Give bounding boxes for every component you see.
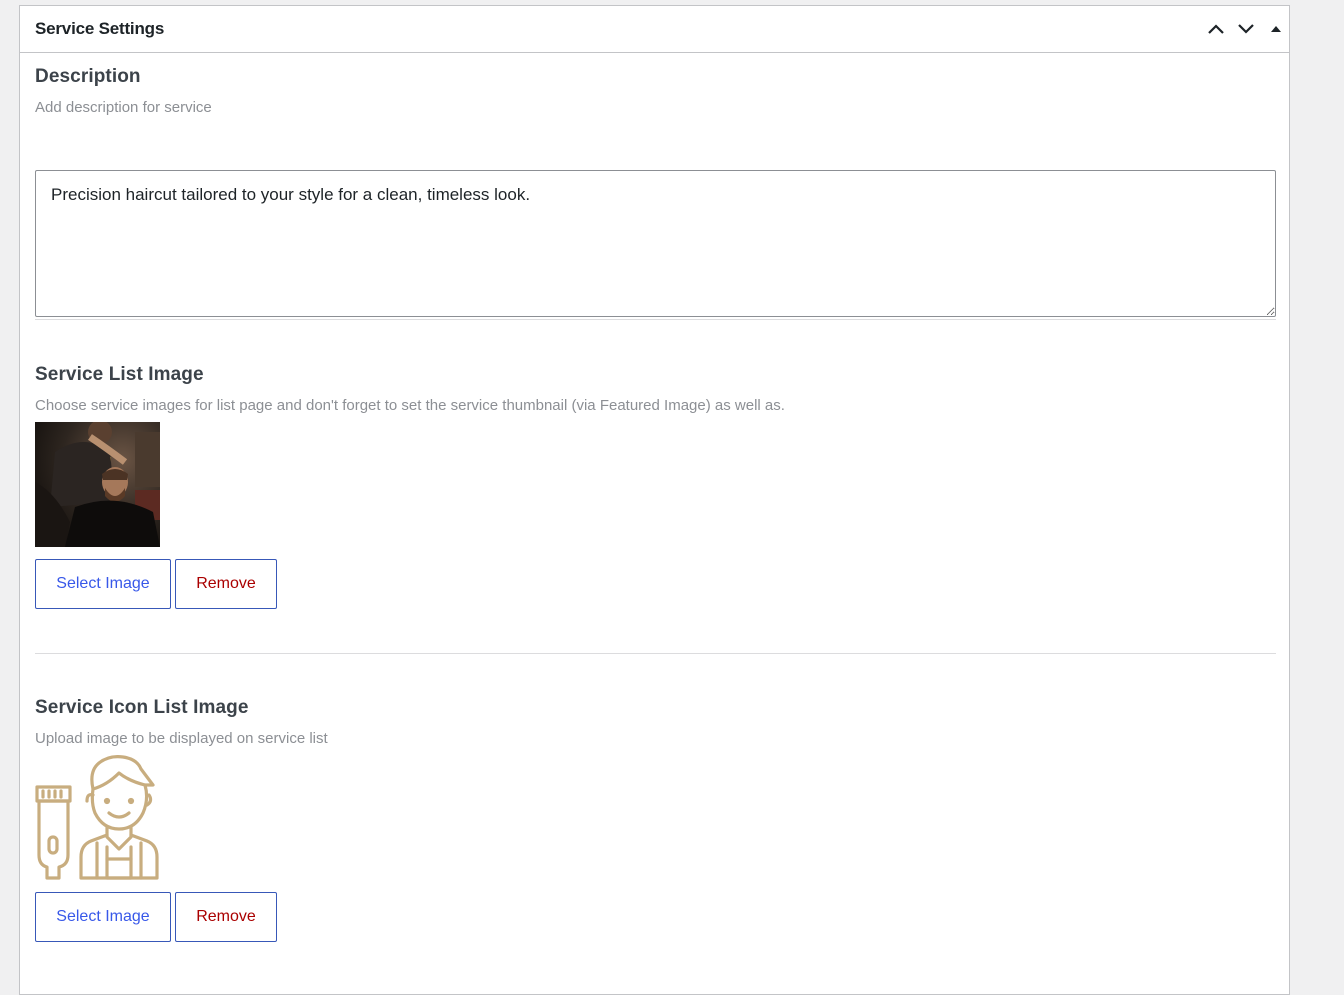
service-icon-image-preview [35,755,160,880]
divider [35,653,1276,654]
move-down-button[interactable] [1233,17,1259,41]
service-list-image-help: Choose service images for list page and … [35,397,785,414]
service-icon-select-image-button[interactable]: Select Image [35,892,171,942]
service-settings-metabox: Service Settings Description Add descrip… [19,5,1290,995]
service-icon-remove-button[interactable]: Remove [175,892,277,942]
move-up-button[interactable] [1203,17,1229,41]
metabox-title: Service Settings [35,19,165,38]
barber-icon [35,755,159,880]
description-help: Add description for service [35,99,212,116]
toggle-panel-button[interactable] [1263,17,1289,41]
service-list-select-image-button[interactable]: Select Image [35,559,171,609]
divider [35,319,1276,320]
service-list-image-preview [35,422,160,547]
description-textarea[interactable]: Precision haircut tailored to your style… [35,170,1276,317]
barber-photo-image [35,422,160,547]
description-title: Description [35,66,141,87]
service-icon-image-help: Upload image to be displayed on service … [35,730,328,747]
service-list-image-title: Service List Image [35,364,204,385]
chevron-down-icon [1238,24,1254,34]
chevron-up-icon [1208,24,1224,34]
service-list-remove-button[interactable]: Remove [175,559,277,609]
metabox-header: Service Settings [20,6,1289,53]
service-icon-image-title: Service Icon List Image [35,697,249,718]
triangle-up-icon [1271,26,1281,32]
